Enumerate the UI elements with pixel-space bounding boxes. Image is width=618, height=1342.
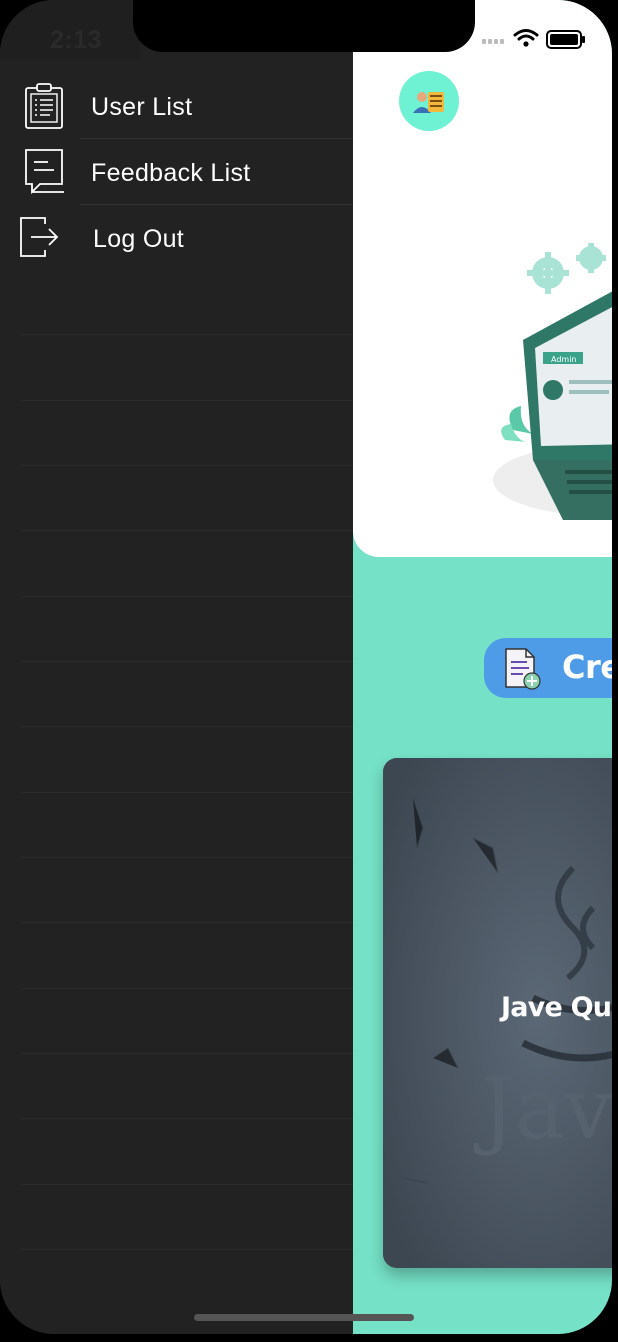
drawer-item-log-out[interactable]: Log Out	[0, 206, 353, 270]
home-indicator[interactable]	[194, 1314, 414, 1321]
drawer-item-feedback-list[interactable]: Feedback List	[0, 140, 353, 204]
java-watermark-text: Java	[473, 1060, 612, 1158]
phone-frame: Admin Cre Jav Jave Qu User List Feedback…	[0, 0, 618, 1342]
svg-text:Admin: Admin	[551, 355, 577, 364]
message-feedback-icon	[22, 146, 66, 195]
create-quiz-label: Cre	[562, 648, 612, 686]
cellular-signal-icon	[482, 39, 504, 44]
battery-icon	[546, 30, 585, 49]
status-indicators	[478, 26, 588, 52]
admin-illustration: Admin	[493, 243, 612, 520]
device-notch	[133, 0, 475, 52]
drawer-divider	[80, 138, 353, 139]
admin-avatar-icon[interactable]	[399, 71, 459, 131]
drawer-item-label: Log Out	[93, 225, 185, 253]
side-drawer: User List Feedback List Log Out	[0, 0, 353, 1334]
drawer-item-label: Feedback List	[91, 159, 251, 187]
quiz-card-title: Jave Quiz	[501, 992, 612, 1023]
create-quiz-button[interactable]: Cre	[484, 638, 612, 698]
drawer-divider	[80, 204, 353, 205]
logout-icon	[19, 216, 63, 264]
drawer-item-user-list[interactable]: User List	[0, 76, 353, 140]
status-time: 2:13	[50, 26, 103, 54]
clipboard-list-icon	[22, 82, 66, 130]
main-content: Admin Cre Jav Jave Qu	[353, 0, 612, 1334]
document-add-icon	[502, 647, 542, 696]
screen: Admin Cre Jav Jave Qu User List Feedback…	[0, 0, 612, 1334]
drawer-item-label: User List	[91, 93, 193, 121]
header-panel: Admin	[353, 0, 612, 557]
wifi-icon	[513, 29, 539, 41]
